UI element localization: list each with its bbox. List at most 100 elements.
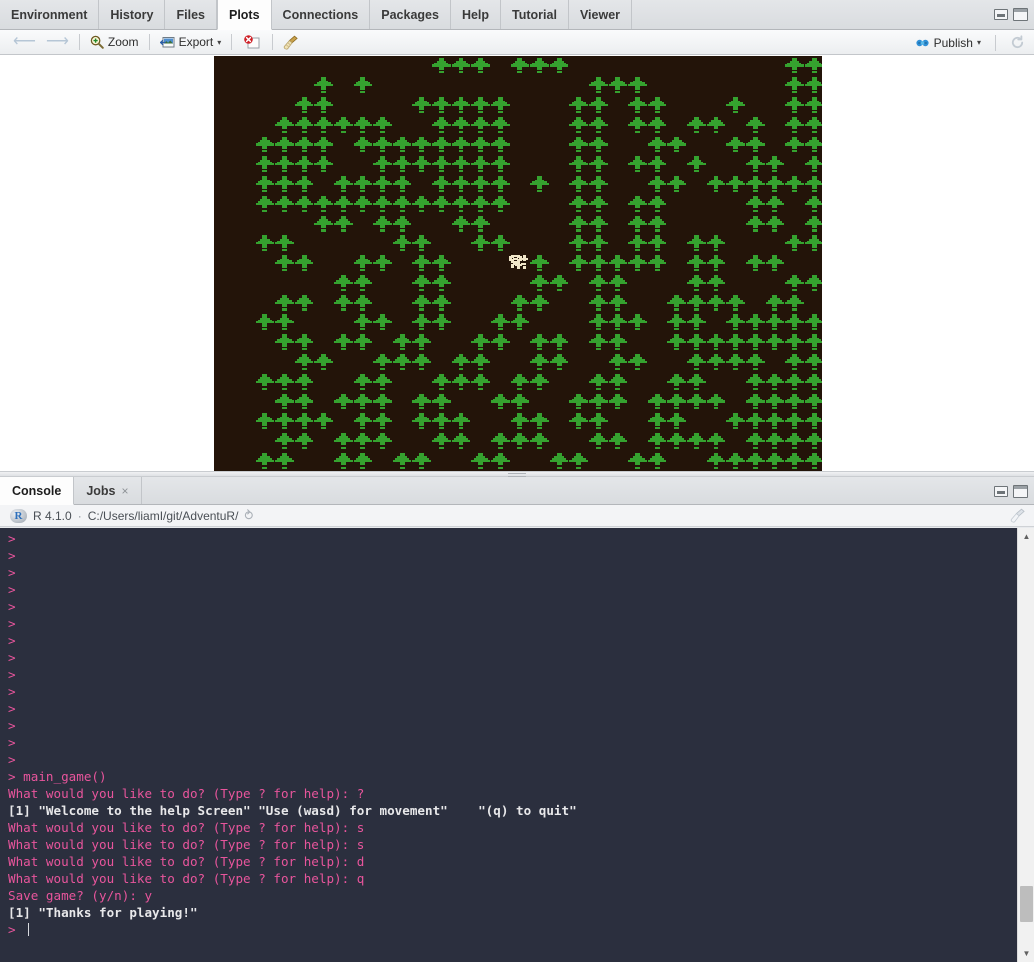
console-line: > bbox=[8, 564, 1012, 581]
rstudio-window: Environment History Files Plots Connecti… bbox=[0, 0, 1034, 962]
console-pane-tabbar: Console Jobs × bbox=[0, 477, 1034, 505]
console-prompt-text: What would you like to do? (Type ? for h… bbox=[8, 854, 365, 869]
zoom-button-label: Zoom bbox=[107, 35, 139, 49]
plots-window-controls bbox=[994, 8, 1028, 21]
tab-label: Files bbox=[176, 7, 205, 22]
console-prompt-text: > bbox=[8, 616, 24, 631]
console-prompt-text: > main_game() bbox=[8, 769, 107, 784]
r-logo-icon: R bbox=[10, 508, 27, 523]
maximize-icon[interactable] bbox=[1013, 8, 1028, 21]
tab-environment[interactable]: Environment bbox=[0, 0, 100, 29]
console-scrollbar[interactable]: ▲ ▼ bbox=[1017, 528, 1034, 962]
export-button-label: Export bbox=[178, 35, 214, 49]
console-line: What would you like to do? (Type ? for h… bbox=[8, 819, 1012, 836]
publish-icon bbox=[915, 36, 930, 50]
arrow-left-icon[interactable]: ⟵ bbox=[8, 34, 41, 50]
plots-pane-tabbar: Environment History Files Plots Connecti… bbox=[0, 0, 1034, 30]
console-prompt-text: > bbox=[8, 650, 24, 665]
console-text: > > > > > > > > > > > > > > > main_game(… bbox=[8, 530, 1012, 938]
console-prompt-text: > bbox=[8, 548, 24, 563]
tab-viewer[interactable]: Viewer bbox=[569, 0, 633, 29]
toolbar-divider bbox=[231, 34, 233, 50]
console-line: > bbox=[8, 530, 1012, 547]
adventur-game-map[interactable] bbox=[214, 56, 822, 471]
close-icon[interactable]: × bbox=[122, 484, 129, 498]
console-prompt-text: What would you like to do? (Type ? for h… bbox=[8, 786, 365, 801]
tab-files[interactable]: Files bbox=[165, 0, 217, 29]
console-line: What would you like to do? (Type ? for h… bbox=[8, 853, 1012, 870]
console-line: > bbox=[8, 666, 1012, 683]
console-cursor bbox=[28, 923, 30, 936]
chevron-down-icon[interactable]: ▾ bbox=[217, 38, 221, 47]
tab-packages[interactable]: Packages bbox=[370, 0, 451, 29]
chevron-down-icon[interactable]: ▾ bbox=[977, 38, 981, 47]
tab-label: Environment bbox=[11, 7, 88, 22]
toolbar-divider bbox=[78, 34, 80, 50]
tab-label: Packages bbox=[381, 7, 439, 22]
console-prompt-text: What would you like to do? (Type ? for h… bbox=[8, 871, 365, 886]
tab-label: Plots bbox=[228, 7, 260, 22]
clear-plots-button[interactable] bbox=[278, 32, 304, 53]
publish-button-label: Publish bbox=[933, 35, 973, 50]
publish-button[interactable]: Publish ▾ bbox=[910, 32, 986, 53]
export-image-icon bbox=[159, 36, 175, 49]
zoom-button[interactable]: Zoom bbox=[85, 32, 144, 53]
remove-plot-button[interactable] bbox=[237, 32, 267, 53]
console-info-bar: R R 4.1.0 · C:/Users/liamI/git/AdventuR/… bbox=[0, 505, 1034, 527]
scroll-up-icon[interactable]: ▲ bbox=[1018, 528, 1034, 545]
console-prompt-text: > bbox=[8, 735, 24, 750]
scrollbar-thumb[interactable] bbox=[1020, 886, 1033, 922]
export-button[interactable]: Export ▾ bbox=[155, 32, 227, 53]
console-line: > bbox=[8, 700, 1012, 717]
arrow-right-icon[interactable]: ⟶ bbox=[41, 34, 74, 50]
console-prompt-text: > bbox=[8, 752, 24, 767]
plots-pane: Environment History Files Plots Connecti… bbox=[0, 0, 1034, 477]
console-window-controls bbox=[994, 485, 1028, 498]
toolbar-divider bbox=[272, 34, 274, 50]
console-prompt-text: > bbox=[8, 922, 24, 937]
console-prompt-text: Save game? (y/n): y bbox=[8, 888, 153, 903]
tab-label: Help bbox=[461, 7, 490, 22]
console-line: > bbox=[8, 751, 1012, 768]
tab-plots[interactable]: Plots bbox=[216, 0, 272, 30]
console-line: > bbox=[8, 683, 1012, 700]
tab-tutorial[interactable]: Tutorial bbox=[501, 0, 569, 29]
plot-output-area bbox=[0, 56, 1034, 471]
refresh-button[interactable] bbox=[1005, 32, 1030, 53]
tab-label: Tutorial bbox=[512, 7, 557, 22]
minimize-icon[interactable] bbox=[994, 486, 1008, 497]
clear-console-button[interactable] bbox=[1010, 508, 1026, 523]
tab-label: Console bbox=[12, 483, 62, 498]
console-line: > bbox=[8, 717, 1012, 734]
refresh-icon bbox=[1010, 35, 1025, 50]
console-line: What would you like to do? (Type ? for h… bbox=[8, 836, 1012, 853]
console-line: > bbox=[8, 581, 1012, 598]
console-line: Save game? (y/n): y bbox=[8, 887, 1012, 904]
console-prompt-text: What would you like to do? (Type ? for h… bbox=[8, 820, 365, 835]
broom-icon bbox=[1010, 508, 1025, 523]
console-line: > bbox=[8, 734, 1012, 751]
tab-label: Jobs bbox=[86, 483, 116, 498]
info-separator: · bbox=[77, 508, 82, 523]
open-directory-icon[interactable]: ⥁ bbox=[244, 508, 253, 524]
console-prompt-text: > bbox=[8, 684, 24, 699]
console-line: > bbox=[8, 649, 1012, 666]
tab-console[interactable]: Console bbox=[0, 477, 75, 505]
maximize-icon[interactable] bbox=[1013, 485, 1028, 498]
tab-label: History bbox=[110, 7, 154, 22]
console-output-area[interactable]: > > > > > > > > > > > > > > > main_game(… bbox=[0, 528, 1034, 962]
console-line: [1] "Welcome to the help Screen" "Use (w… bbox=[8, 802, 1012, 819]
console-prompt-text: > bbox=[8, 633, 24, 648]
tab-connections[interactable]: Connections bbox=[272, 0, 371, 29]
scroll-down-icon[interactable]: ▼ bbox=[1018, 945, 1034, 962]
working-directory-label[interactable]: C:/Users/liamI/git/AdventuR/ bbox=[88, 509, 239, 523]
tab-help[interactable]: Help bbox=[451, 0, 502, 29]
minimize-icon[interactable] bbox=[994, 9, 1008, 20]
tab-history[interactable]: History bbox=[99, 0, 166, 29]
console-prompt-text: > bbox=[8, 667, 24, 682]
console-line: What would you like to do? (Type ? for h… bbox=[8, 870, 1012, 887]
console-prompt-text: > bbox=[8, 701, 24, 716]
console-prompt-text: > bbox=[8, 599, 24, 614]
tab-jobs[interactable]: Jobs × bbox=[74, 477, 142, 504]
console-line: > bbox=[8, 921, 1012, 938]
